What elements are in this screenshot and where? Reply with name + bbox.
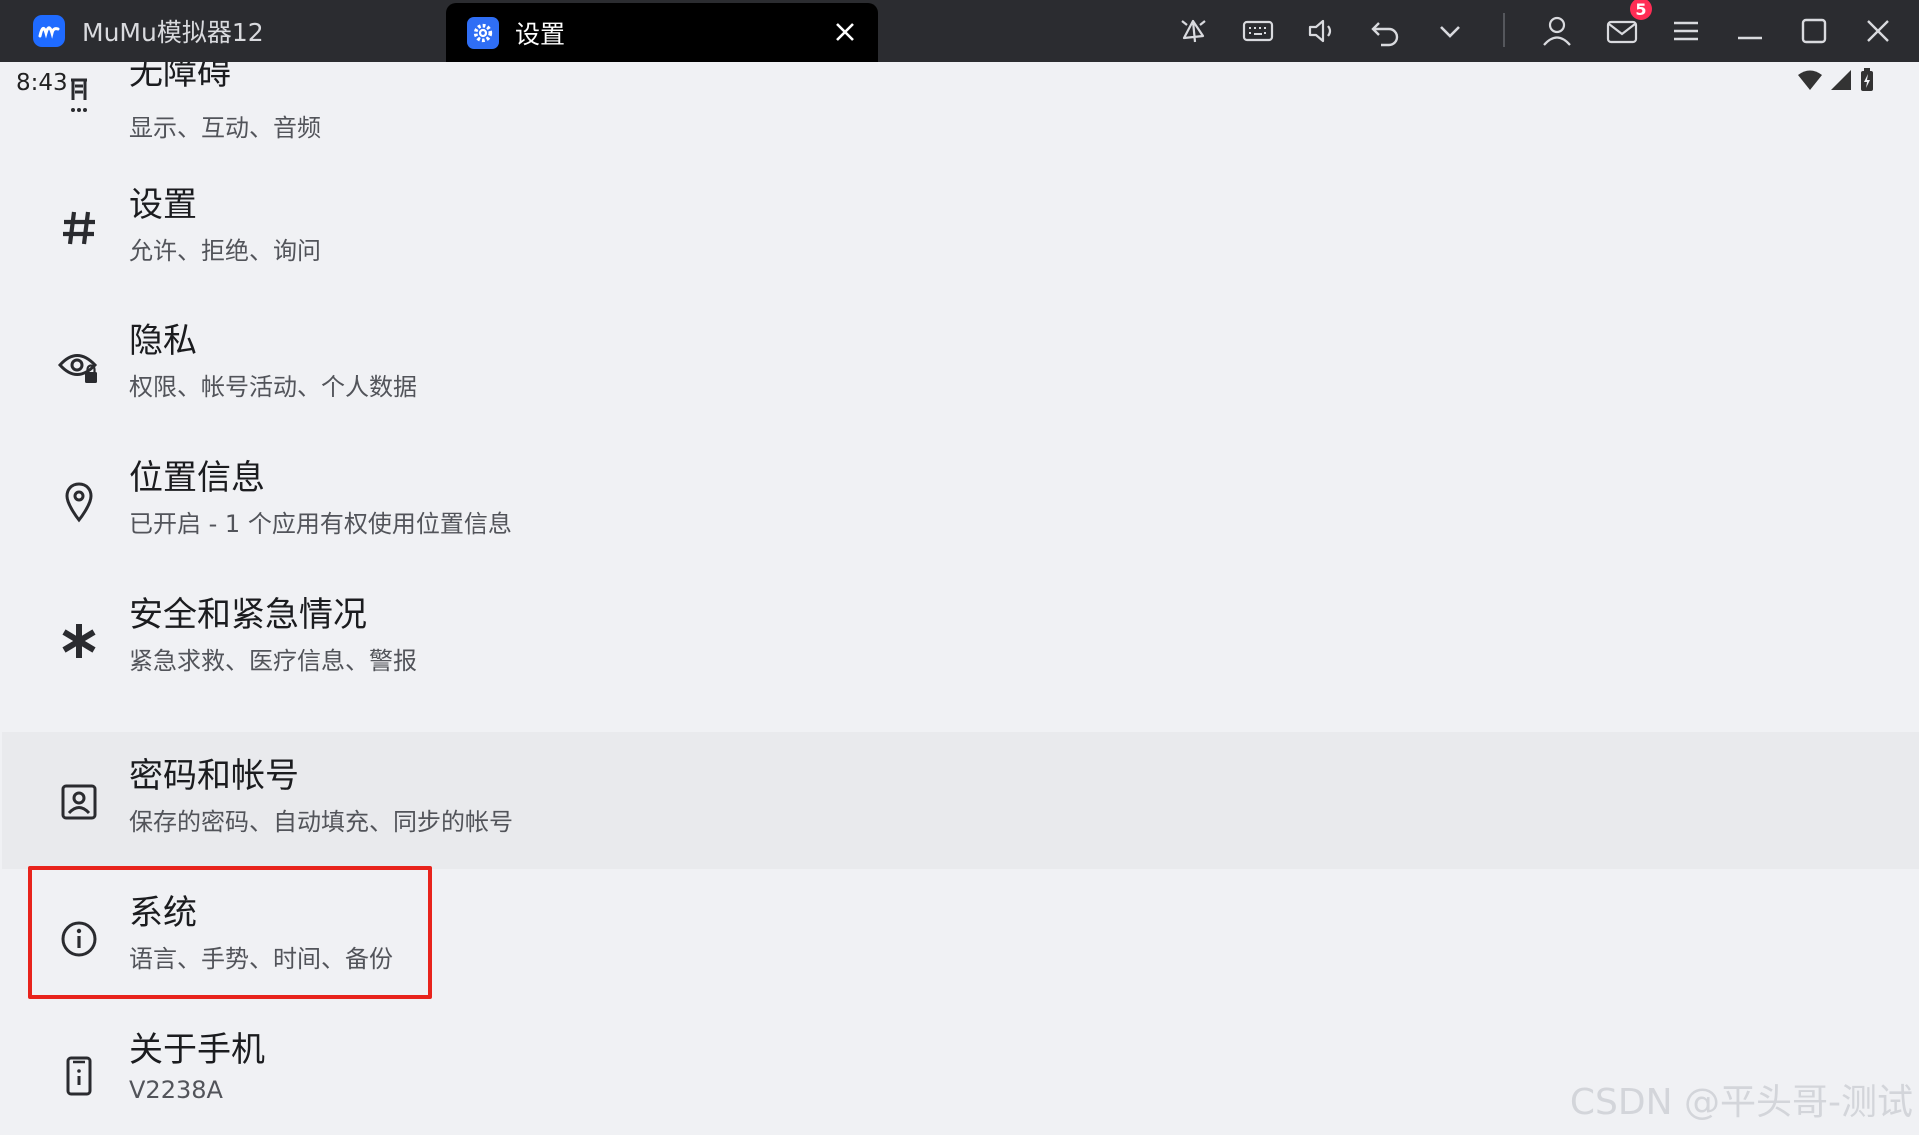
mail-badge: 5 <box>1630 0 1652 20</box>
eye-lock-icon <box>57 344 101 388</box>
settings-item-title: 密码和帐号 <box>129 756 299 796</box>
account-box-icon <box>57 780 101 824</box>
mumu-logo-icon <box>33 15 65 47</box>
menu-icon[interactable] <box>1667 12 1705 50</box>
tab-mumu-app[interactable]: MuMu模拟器12 <box>0 0 446 62</box>
volume-icon[interactable] <box>1302 12 1340 50</box>
settings-item-title: 安全和紧急情况 <box>129 595 367 635</box>
settings-item-subtitle: 显示、互动、音频 <box>129 114 321 142</box>
app-tab-title: MuMu模拟器12 <box>82 18 264 47</box>
keyboard-icon[interactable] <box>1239 12 1277 50</box>
settings-item-title: 隐私 <box>129 321 197 361</box>
settings-item-subtitle: 权限、帐号活动、个人数据 <box>129 373 417 401</box>
settings-item-subtitle: 允许、拒绝、询问 <box>129 237 321 265</box>
settings-item-safety-emergency[interactable]: 安全和紧急情况 紧急求救、医疗信息、警报 <box>2 573 1919 710</box>
watermark: CSDN @平头哥-测试 <box>1569 1082 1913 1123</box>
user-account-icon[interactable] <box>1538 12 1576 50</box>
settings-item-subtitle: 保存的密码、自动填充、同步的帐号 <box>129 808 513 836</box>
close-window-icon[interactable] <box>1859 12 1897 50</box>
toolbar-divider <box>1503 13 1505 47</box>
location-pin-icon <box>57 480 101 524</box>
close-tab-icon[interactable] <box>832 19 858 45</box>
tab-settings[interactable]: 设置 <box>446 3 878 62</box>
asterisk-icon <box>57 619 101 663</box>
settings-item-privacy[interactable]: 隐私 权限、帐号活动、个人数据 <box>2 299 1919 436</box>
maximize-icon[interactable] <box>1795 12 1833 50</box>
minimize-icon[interactable] <box>1731 12 1769 50</box>
settings-item-subtitle: 已开启 - 1 个应用有权使用位置信息 <box>129 510 512 538</box>
settings-item-title: 无障碍 <box>129 62 231 93</box>
window-titlebar: MuMu模拟器12 设置 5 <box>0 0 1919 62</box>
phone-icon <box>57 1054 101 1098</box>
settings-gear-icon <box>467 16 499 49</box>
settings-item-passwords-accounts[interactable]: 密码和帐号 保存的密码、自动填充、同步的帐号 <box>2 732 1919 869</box>
back-undo-icon[interactable] <box>1367 12 1405 50</box>
settings-item-subtitle: V2238A <box>129 1076 223 1104</box>
settings-item-permissions[interactable]: 设置 允许、拒绝、询问 <box>2 162 1919 299</box>
settings-item-location[interactable]: 位置信息 已开启 - 1 个应用有权使用位置信息 <box>2 436 1919 573</box>
accessibility-icon <box>57 76 101 120</box>
settings-item-accessibility[interactable]: 无障碍 显示、互动、音频 <box>2 62 1919 162</box>
shake-icon[interactable] <box>1174 12 1212 50</box>
settings-item-title: 位置信息 <box>129 458 265 498</box>
highlight-annotation-box <box>28 866 432 999</box>
settings-item-title: 设置 <box>129 185 197 225</box>
hash-icon <box>57 206 101 250</box>
settings-item-title: 关于手机 <box>129 1030 265 1070</box>
chevron-down-icon[interactable] <box>1431 12 1469 50</box>
settings-item-subtitle: 紧急求救、医疗信息、警报 <box>129 647 417 675</box>
active-tab-title: 设置 <box>515 19 566 49</box>
